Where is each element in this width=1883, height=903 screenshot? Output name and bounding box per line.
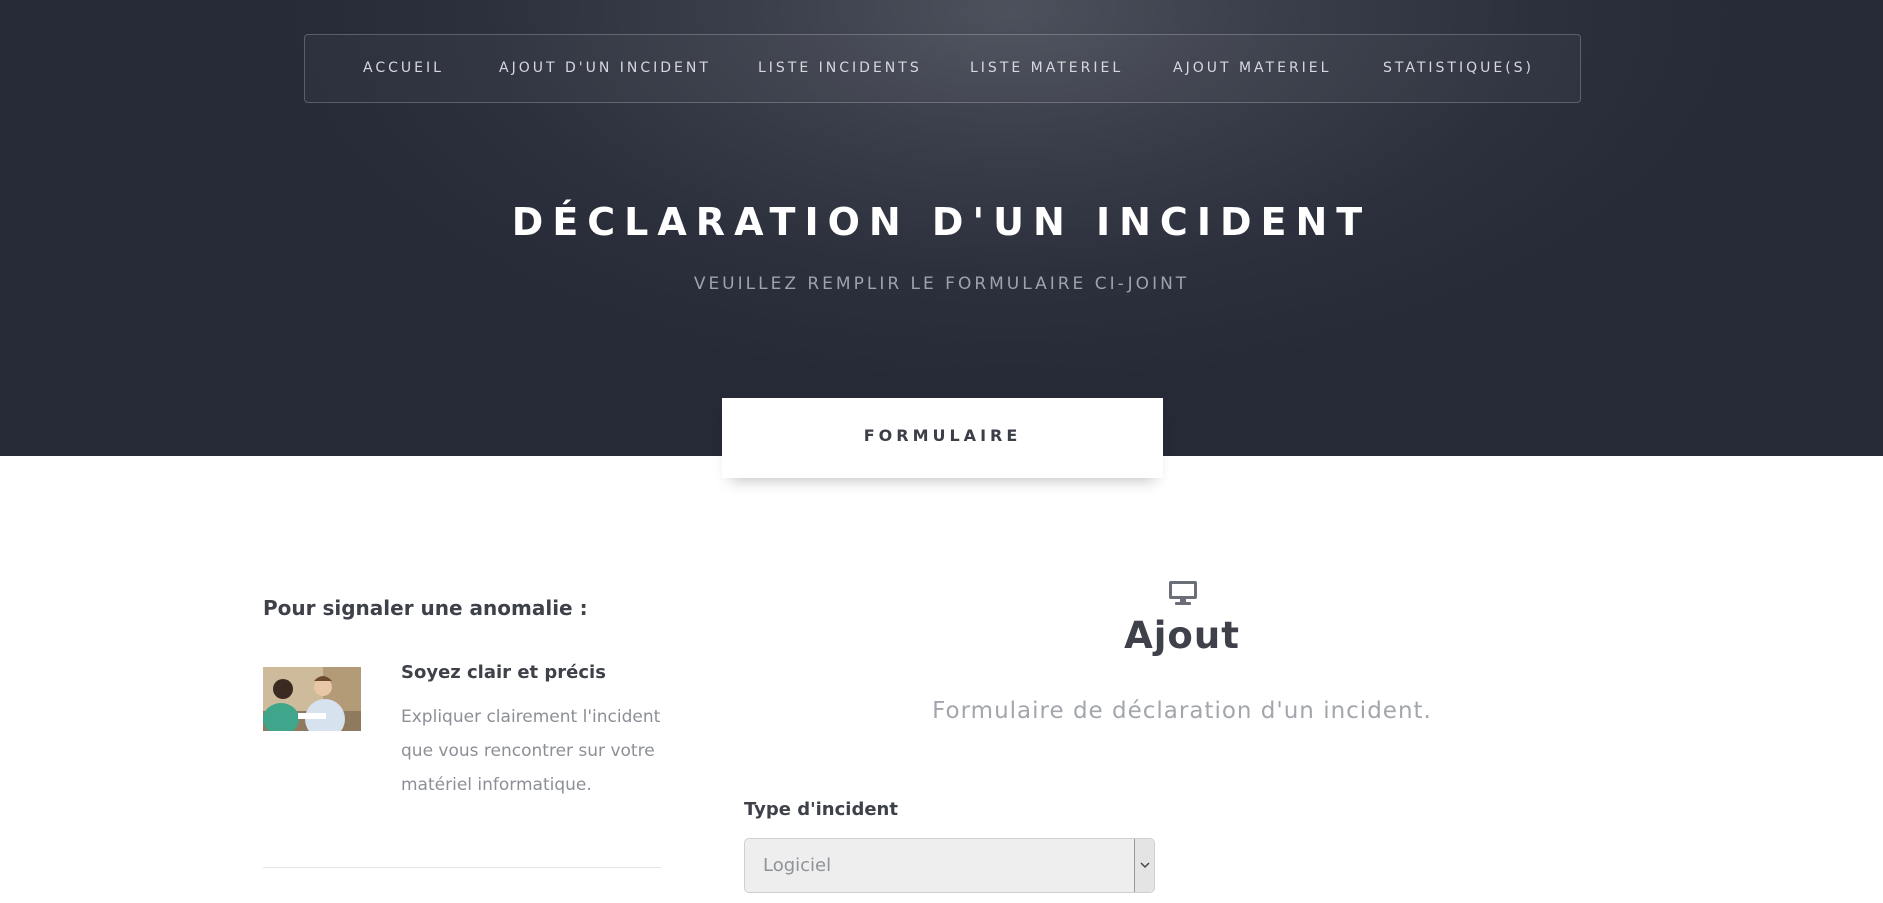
form-description: Formulaire de déclaration d'un incident. xyxy=(932,698,1432,724)
desktop-monitor-icon xyxy=(1167,580,1199,606)
incident-type-select[interactable]: Logiciel xyxy=(744,838,1155,893)
sidebar-heading: Pour signaler une anomalie : xyxy=(263,596,588,620)
nav-item-liste-incidents[interactable]: LISTE INCIDENTS xyxy=(758,35,922,102)
incident-type-selected-value: Logiciel xyxy=(763,855,832,876)
form-heading: Ajout xyxy=(1124,614,1240,657)
top-navbar: ACCUEIL AJOUT D'UN INCIDENT LISTE INCIDE… xyxy=(304,34,1581,103)
tab-formulaire[interactable]: FORMULAIRE xyxy=(722,398,1163,478)
incident-type-label: Type d'incident xyxy=(744,799,898,820)
nav-item-ajout-incident[interactable]: AJOUT D'UN INCIDENT xyxy=(499,35,711,102)
hero-banner: ACCUEIL AJOUT D'UN INCIDENT LISTE INCIDE… xyxy=(0,0,1883,456)
chevron-down-icon[interactable] xyxy=(1134,839,1154,892)
nav-item-ajout-materiel[interactable]: AJOUT MATERIEL xyxy=(1173,35,1331,102)
sidebar-divider xyxy=(263,867,661,868)
tab-formulaire-label: FORMULAIRE xyxy=(863,426,1022,445)
support-thumbnail-image xyxy=(263,667,361,731)
page-subtitle: VEUILLEZ REMPLIR LE FORMULAIRE CI-JOINT xyxy=(693,274,1190,294)
sidebar-item-text: Expliquer clairement l'incident que vous… xyxy=(401,707,661,795)
page-title: DÉCLARATION D'UN INCIDENT xyxy=(511,200,1372,244)
sidebar-item-title: Soyez clair et précis xyxy=(401,662,606,683)
nav-item-accueil[interactable]: ACCUEIL xyxy=(363,35,444,102)
nav-item-statistiques[interactable]: STATISTIQUE(S) xyxy=(1383,35,1534,102)
nav-item-liste-materiel[interactable]: LISTE MATERIEL xyxy=(970,35,1123,102)
